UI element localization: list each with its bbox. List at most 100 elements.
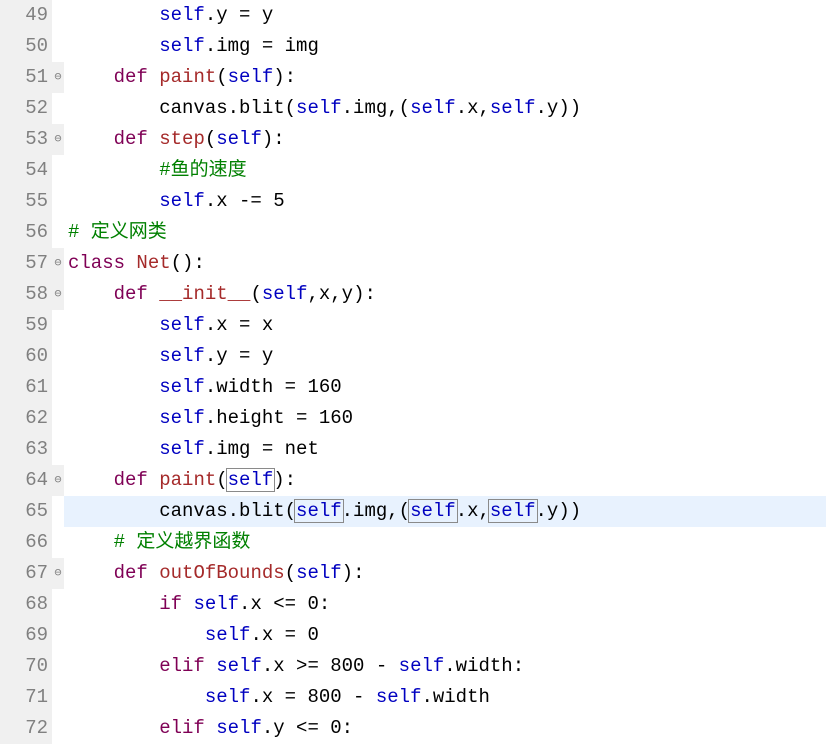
line-number: 59: [0, 310, 52, 341]
fold-icon[interactable]: ⊖: [52, 62, 64, 93]
code-token: step: [159, 128, 205, 150]
code-line[interactable]: 51⊖ def paint(self):: [0, 62, 826, 93]
code-line[interactable]: 62 self.height = 160: [0, 403, 826, 434]
code-content[interactable]: self.y = y: [64, 341, 826, 372]
code-token: self: [159, 407, 205, 429]
code-line[interactable]: 66 # 定义越界函数: [0, 527, 826, 558]
code-line[interactable]: 55 self.x -= 5: [0, 186, 826, 217]
code-line[interactable]: 52 canvas.blit(self.img,(self.x,self.y)): [0, 93, 826, 124]
code-content[interactable]: self.x = 0: [64, 620, 826, 651]
code-token: .x <= 0:: [239, 593, 330, 615]
code-line[interactable]: 54 #鱼的速度: [0, 155, 826, 186]
code-token: self: [159, 345, 205, 367]
code-content[interactable]: def outOfBounds(self):: [64, 558, 826, 589]
code-token: .y = y: [205, 345, 273, 367]
fold-icon[interactable]: ⊖: [52, 124, 64, 155]
code-token: ):: [273, 469, 296, 491]
code-line[interactable]: 68 if self.x <= 0:: [0, 589, 826, 620]
code-content[interactable]: def __init__(self,x,y):: [64, 279, 826, 310]
code-token: [148, 283, 159, 305]
code-line[interactable]: 69 self.x = 0: [0, 620, 826, 651]
code-token: [68, 376, 159, 398]
code-token: canvas.blit(: [68, 500, 296, 522]
code-content[interactable]: def paint(self):: [64, 62, 826, 93]
code-content[interactable]: class Net():: [64, 248, 826, 279]
code-token: [68, 469, 114, 491]
code-content[interactable]: self.img = net: [64, 434, 826, 465]
line-number: 71: [0, 682, 52, 713]
code-line[interactable]: 61 self.width = 160: [0, 372, 826, 403]
code-line[interactable]: 70 elif self.x >= 800 - self.width:: [0, 651, 826, 682]
code-line[interactable]: 56# 定义网类: [0, 217, 826, 248]
code-line[interactable]: 64⊖ def paint(self):: [0, 465, 826, 496]
code-token: [68, 159, 159, 181]
code-token: (: [216, 66, 227, 88]
code-content[interactable]: def paint(self):: [64, 465, 826, 496]
fold-icon[interactable]: ⊖: [52, 558, 64, 589]
code-token: [148, 66, 159, 88]
code-token: [68, 562, 114, 584]
code-line[interactable]: 60 self.y = y: [0, 341, 826, 372]
code-token: self: [205, 686, 251, 708]
code-content[interactable]: self.y = y: [64, 0, 826, 31]
code-line[interactable]: 50 self.img = img: [0, 31, 826, 62]
code-line[interactable]: 71 self.x = 800 - self.width: [0, 682, 826, 713]
line-number: 57: [0, 248, 52, 279]
code-line[interactable]: 53⊖ def step(self):: [0, 124, 826, 155]
code-token: self: [216, 128, 262, 150]
code-token: .x,: [456, 500, 490, 522]
code-token: [125, 252, 136, 274]
code-line[interactable]: 57⊖class Net():: [0, 248, 826, 279]
code-content[interactable]: canvas.blit(self.img,(self.x,self.y)): [64, 93, 826, 124]
code-content[interactable]: # 定义越界函数: [64, 527, 826, 558]
code-line[interactable]: 49 self.y = y: [0, 0, 826, 31]
code-content[interactable]: self.height = 160: [64, 403, 826, 434]
code-token: .width = 160: [205, 376, 342, 398]
line-number: 64: [0, 465, 52, 496]
code-line[interactable]: 65 canvas.blit(self.img,(self.x,self.y)): [0, 496, 826, 527]
code-token: [68, 438, 159, 460]
fold-icon[interactable]: ⊖: [52, 279, 64, 310]
code-line[interactable]: 58⊖ def __init__(self,x,y):: [0, 279, 826, 310]
code-token: [68, 593, 159, 615]
code-token: [68, 407, 159, 429]
code-content[interactable]: self.img = img: [64, 31, 826, 62]
line-number: 52: [0, 93, 52, 124]
fold-icon[interactable]: ⊖: [52, 248, 64, 279]
code-token: .img,(: [342, 500, 410, 522]
code-token: #鱼的速度: [159, 159, 246, 181]
code-content[interactable]: elif self.y <= 0:: [64, 713, 826, 744]
code-token: [148, 128, 159, 150]
code-content[interactable]: self.x = x: [64, 310, 826, 341]
code-token: canvas.blit(: [68, 97, 296, 119]
code-line[interactable]: 72 elif self.y <= 0:: [0, 713, 826, 744]
code-token: self: [159, 314, 205, 336]
code-content[interactable]: elif self.x >= 800 - self.width:: [64, 651, 826, 682]
code-editor[interactable]: 49 self.y = y50 self.img = img51⊖ def pa…: [0, 0, 826, 744]
code-token: .y = y: [205, 4, 273, 26]
code-content[interactable]: self.x = 800 - self.width: [64, 682, 826, 713]
code-content[interactable]: self.width = 160: [64, 372, 826, 403]
code-token: def: [114, 469, 148, 491]
code-content[interactable]: canvas.blit(self.img,(self.x,self.y)): [64, 496, 826, 527]
code-token: .y <= 0:: [262, 717, 353, 739]
code-token: [148, 562, 159, 584]
code-line[interactable]: 67⊖ def outOfBounds(self):: [0, 558, 826, 589]
code-token: def: [114, 66, 148, 88]
code-line[interactable]: 59 self.x = x: [0, 310, 826, 341]
line-number: 63: [0, 434, 52, 465]
code-token: class: [68, 252, 125, 274]
code-line[interactable]: 63 self.img = net: [0, 434, 826, 465]
fold-icon[interactable]: ⊖: [52, 465, 64, 496]
code-token: self: [205, 624, 251, 646]
code-content[interactable]: #鱼的速度: [64, 155, 826, 186]
code-content[interactable]: def step(self):: [64, 124, 826, 155]
code-content[interactable]: self.x -= 5: [64, 186, 826, 217]
code-token: [68, 4, 159, 26]
code-token: outOfBounds: [159, 562, 284, 584]
code-token: [68, 686, 205, 708]
code-token: self: [295, 500, 343, 522]
code-token: [148, 469, 159, 491]
code-content[interactable]: if self.x <= 0:: [64, 589, 826, 620]
code-content[interactable]: # 定义网类: [64, 217, 826, 248]
